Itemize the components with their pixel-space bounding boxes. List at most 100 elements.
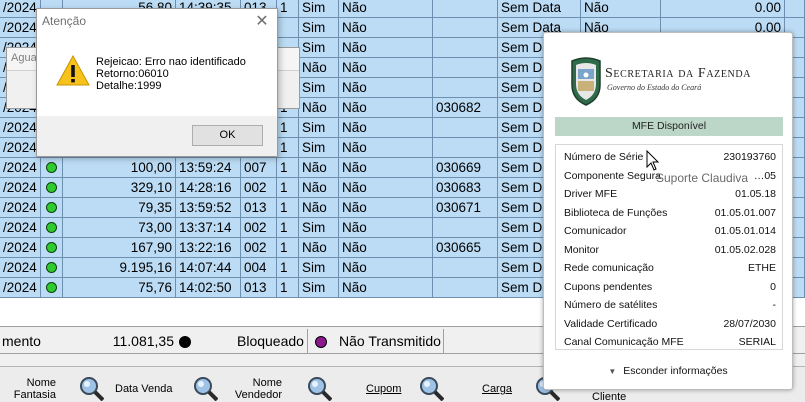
cell-flag1: Sim — [299, 278, 339, 298]
legend-not-sent-label: Não Transmitido — [339, 333, 441, 349]
cell-date: /2024 — [0, 158, 41, 178]
cell-value: 73,00 — [63, 218, 176, 238]
cell-flag2: Não — [339, 78, 433, 98]
cell-doc — [433, 258, 498, 278]
cell-code: 013 — [241, 278, 277, 298]
status-cell — [41, 218, 63, 238]
cell-value: 329,10 — [63, 178, 176, 198]
search-by-trade-name-button[interactable]: Nome Fantasia — [0, 367, 112, 402]
status-dot-icon — [46, 201, 57, 213]
alert-message-line1: Rejeicao: Erro nao identificado — [96, 56, 246, 68]
cell-flag1: Não — [299, 58, 339, 78]
legend-blocked-dot — [179, 327, 191, 355]
search-by-seller-name-button[interactable]: Nome Vendedor — [222, 367, 332, 402]
cell-qty: 1 — [277, 178, 299, 198]
cell-flag2: Não — [339, 198, 433, 218]
info-row: Monitor 01.05.02.028 — [564, 241, 776, 259]
status-dot-icon — [46, 241, 57, 253]
hide-info-toggle[interactable]: ▼ Esconder informações — [544, 365, 792, 381]
info-row: Driver MFE 01.05.18 — [564, 185, 776, 203]
info-row: Canal Comunicação MFE SERIAL — [564, 333, 776, 351]
cell-doc — [433, 138, 498, 158]
alert-message: Rejeicao: Erro nao identificado Retorno:… — [96, 56, 246, 92]
cell-qty: 1 — [277, 258, 299, 278]
hide-info-label: Esconder informações — [623, 365, 728, 377]
state-coat-of-arms-logo — [571, 57, 601, 106]
cell-time: 13:22:16 — [176, 238, 241, 258]
cell-flag2: Não — [339, 138, 433, 158]
cell-time: 13:59:24 — [176, 158, 241, 178]
info-value: 230193760 — [723, 151, 776, 163]
cell-doc: 030665 — [433, 238, 498, 258]
button-label-line2: Vendedor — [234, 389, 282, 401]
cell-flag1: Não — [299, 158, 339, 178]
warning-icon — [56, 55, 90, 86]
totals-label: mento — [2, 333, 41, 349]
ok-button[interactable]: OK — [192, 125, 263, 146]
cell-flag1: Sim — [299, 138, 339, 158]
cell-flag2: Não — [339, 158, 433, 178]
cell-value: 75,76 — [63, 278, 176, 298]
alert-message-line2: Retorno:06010 — [96, 68, 169, 80]
cell-date: /2024 — [0, 198, 41, 218]
cell-doc: 030683 — [433, 178, 498, 198]
cell-date: /2024 — [0, 118, 41, 138]
info-value: - — [772, 299, 777, 311]
cell-time: 14:28:16 — [176, 178, 241, 198]
cell-time: 13:37:14 — [176, 218, 241, 238]
cell-flag1: Sim — [299, 118, 339, 138]
cell-qty: 1 — [277, 138, 299, 158]
info-label: Número de satélites — [564, 299, 658, 311]
cell-flag2: Não — [339, 98, 433, 118]
cell-amount: 0.00 — [661, 0, 785, 18]
status-cell — [41, 198, 63, 218]
info-value: 28/07/2030 — [723, 317, 776, 330]
cell-qty — [277, 18, 299, 38]
magnifier-icon — [194, 377, 218, 401]
cell-date: /2024 — [0, 218, 41, 238]
search-by-sale-date-button[interactable]: Data Venda — [112, 367, 218, 402]
info-value: 01.05.01.014 — [714, 225, 776, 237]
cell-date: /2024 — [0, 238, 41, 258]
cell-doc — [433, 18, 498, 38]
totals-value: 11.081,35 — [112, 333, 174, 349]
cell-flag1: Não — [299, 198, 339, 218]
legend-divider — [307, 329, 308, 353]
cell-value: 100,00 — [63, 158, 176, 178]
status-dot-icon — [46, 181, 57, 193]
search-by-load-button[interactable]: Carga — [450, 367, 560, 402]
alert-message-line3: Detalhe:1999 — [96, 80, 162, 92]
mfe-info-panel: Secretaria da Fazenda Governo do Estado … — [543, 32, 793, 390]
legend-blocked-label: Bloqueado — [237, 333, 304, 349]
button-label: Carga — [482, 383, 512, 395]
cell-doc — [433, 218, 498, 238]
cell-flag1: Sim — [299, 18, 339, 38]
search-by-receipt-button[interactable]: Cupom — [340, 367, 444, 402]
button-label: Cupom — [366, 383, 402, 395]
button-label-line1: Nome — [252, 377, 282, 389]
cell-qty: 1 — [277, 238, 299, 258]
info-row: Biblioteca de Funções 01.05.01.007 — [564, 204, 776, 222]
cell-qty: 1 — [277, 278, 299, 298]
cell-flag2: Não — [339, 258, 433, 278]
cell-data-label: Sem Data — [498, 0, 581, 18]
cell-flag1: Sim — [299, 0, 339, 18]
status-dot-icon — [46, 261, 57, 273]
info-value: ETHE — [747, 262, 776, 274]
cell-flag2: Não — [339, 238, 433, 258]
cell-code: 002 — [241, 218, 277, 238]
cell-doc — [433, 0, 498, 18]
cell-qty: 1 — [277, 218, 299, 238]
info-label: Comunicador — [564, 225, 627, 237]
cell-doc: 030669 — [433, 158, 498, 178]
close-icon[interactable]: ✕ — [253, 11, 271, 31]
info-label: Biblioteca de Funções — [564, 206, 668, 219]
mouse-cursor-icon — [646, 150, 660, 171]
info-row: Validade Certificado 28/07/2030 — [564, 315, 776, 333]
status-cell — [41, 278, 63, 298]
mfe-status-badge: MFE Disponível — [555, 117, 783, 136]
cell-doc — [433, 118, 498, 138]
cell-flag2: Não — [339, 18, 433, 38]
info-value: …05 — [753, 169, 776, 182]
cell-doc: 030682 — [433, 98, 498, 118]
